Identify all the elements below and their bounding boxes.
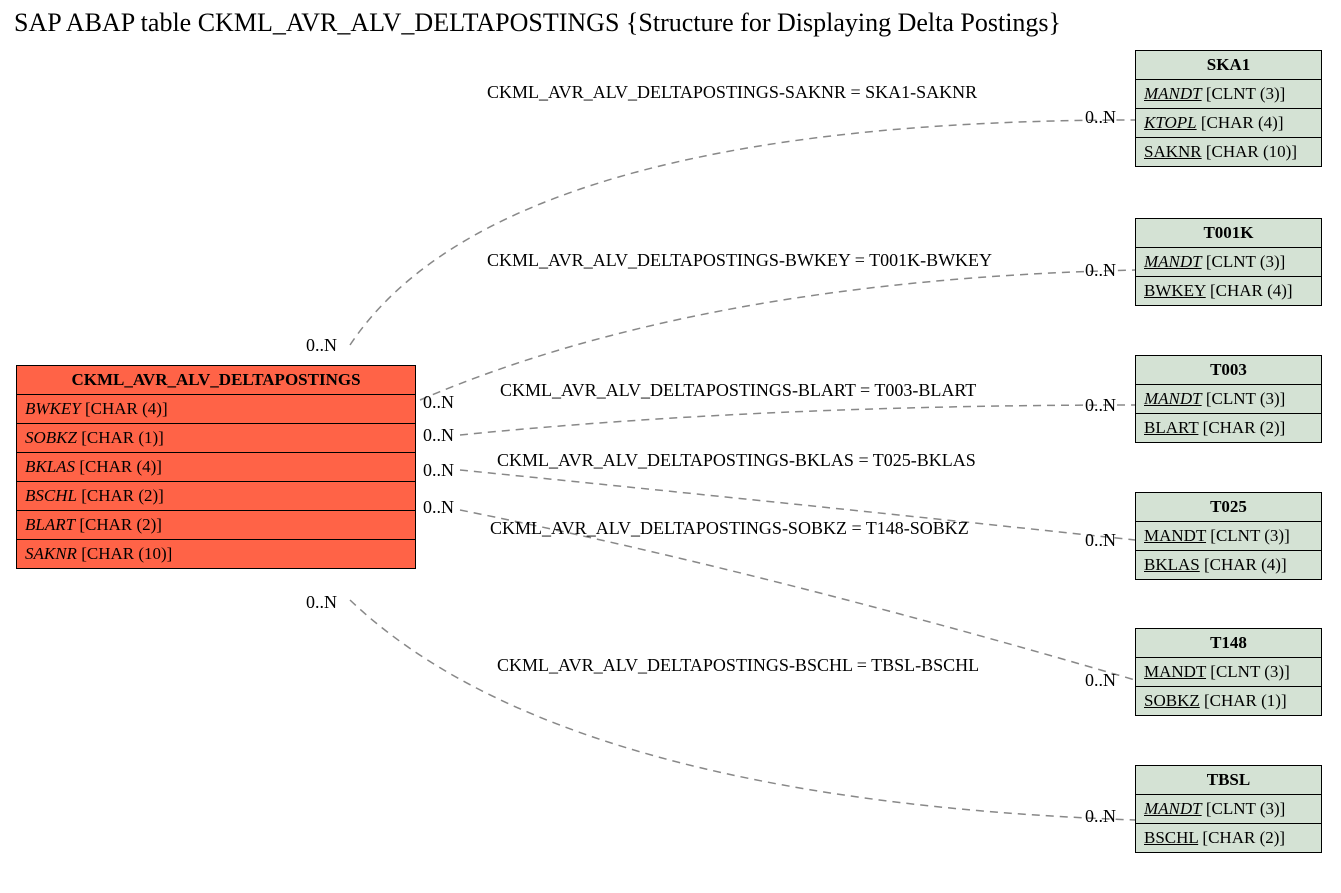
main-field-3: BSCHL [CHAR (2)] — [17, 482, 415, 511]
rel-label-3: CKML_AVR_ALV_DELTAPOSTINGS-BKLAS = T025-… — [497, 450, 976, 471]
entity-ska1: SKA1 MANDT [CLNT (3)] KTOPL [CHAR (4)] S… — [1135, 50, 1322, 167]
rel-label-0: CKML_AVR_ALV_DELTAPOSTINGS-SAKNR = SKA1-… — [487, 82, 977, 103]
entity-ska1-field-0: MANDT [CLNT (3)] — [1136, 80, 1321, 109]
card-right-2: 0..N — [1085, 395, 1116, 416]
main-field-2: BKLAS [CHAR (4)] — [17, 453, 415, 482]
main-field-5: SAKNR [CHAR (10)] — [17, 540, 415, 568]
rel-label-5: CKML_AVR_ALV_DELTAPOSTINGS-BSCHL = TBSL-… — [497, 655, 979, 676]
entity-t025: T025 MANDT [CLNT (3)] BKLAS [CHAR (4)] — [1135, 492, 1322, 580]
entity-t001k-field-0: MANDT [CLNT (3)] — [1136, 248, 1321, 277]
rel-label-4: CKML_AVR_ALV_DELTAPOSTINGS-SOBKZ = T148-… — [490, 518, 969, 539]
entity-t003: T003 MANDT [CLNT (3)] BLART [CHAR (2)] — [1135, 355, 1322, 443]
card-right-1: 0..N — [1085, 260, 1116, 281]
entity-tbsl-header: TBSL — [1136, 766, 1321, 795]
main-field-1: SOBKZ [CHAR (1)] — [17, 424, 415, 453]
entity-tbsl-field-0: MANDT [CLNT (3)] — [1136, 795, 1321, 824]
entity-t003-field-0: MANDT [CLNT (3)] — [1136, 385, 1321, 414]
main-field-0: BWKEY [CHAR (4)] — [17, 395, 415, 424]
rel-label-2: CKML_AVR_ALV_DELTAPOSTINGS-BLART = T003-… — [500, 380, 976, 401]
rel-label-1: CKML_AVR_ALV_DELTAPOSTINGS-BWKEY = T001K… — [487, 250, 992, 271]
entity-t148-field-0: MANDT [CLNT (3)] — [1136, 658, 1321, 687]
entity-t148-header: T148 — [1136, 629, 1321, 658]
card-right-3: 0..N — [1085, 530, 1116, 551]
card-right-0: 0..N — [1085, 107, 1116, 128]
main-field-4: BLART [CHAR (2)] — [17, 511, 415, 540]
entity-t025-field-1: BKLAS [CHAR (4)] — [1136, 551, 1321, 579]
diagram-title: SAP ABAP table CKML_AVR_ALV_DELTAPOSTING… — [14, 8, 1061, 38]
entity-t003-header: T003 — [1136, 356, 1321, 385]
card-right-5: 0..N — [1085, 806, 1116, 827]
entity-ska1-field-2: SAKNR [CHAR (10)] — [1136, 138, 1321, 166]
entity-t025-header: T025 — [1136, 493, 1321, 522]
entity-tbsl-field-1: BSCHL [CHAR (2)] — [1136, 824, 1321, 852]
main-entity-header: CKML_AVR_ALV_DELTAPOSTINGS — [17, 366, 415, 395]
entity-t025-field-0: MANDT [CLNT (3)] — [1136, 522, 1321, 551]
card-left-1: 0..N — [423, 392, 454, 413]
entity-t148: T148 MANDT [CLNT (3)] SOBKZ [CHAR (1)] — [1135, 628, 1322, 716]
entity-t148-field-1: SOBKZ [CHAR (1)] — [1136, 687, 1321, 715]
entity-t001k: T001K MANDT [CLNT (3)] BWKEY [CHAR (4)] — [1135, 218, 1322, 306]
entity-t001k-header: T001K — [1136, 219, 1321, 248]
card-left-5: 0..N — [306, 592, 337, 613]
card-left-4: 0..N — [423, 497, 454, 518]
entity-t001k-field-1: BWKEY [CHAR (4)] — [1136, 277, 1321, 305]
card-left-2: 0..N — [423, 425, 454, 446]
entity-t003-field-1: BLART [CHAR (2)] — [1136, 414, 1321, 442]
entity-ska1-field-1: KTOPL [CHAR (4)] — [1136, 109, 1321, 138]
main-entity: CKML_AVR_ALV_DELTAPOSTINGS BWKEY [CHAR (… — [16, 365, 416, 569]
card-left-0: 0..N — [306, 335, 337, 356]
entity-tbsl: TBSL MANDT [CLNT (3)] BSCHL [CHAR (2)] — [1135, 765, 1322, 853]
entity-ska1-header: SKA1 — [1136, 51, 1321, 80]
card-right-4: 0..N — [1085, 670, 1116, 691]
card-left-3: 0..N — [423, 460, 454, 481]
